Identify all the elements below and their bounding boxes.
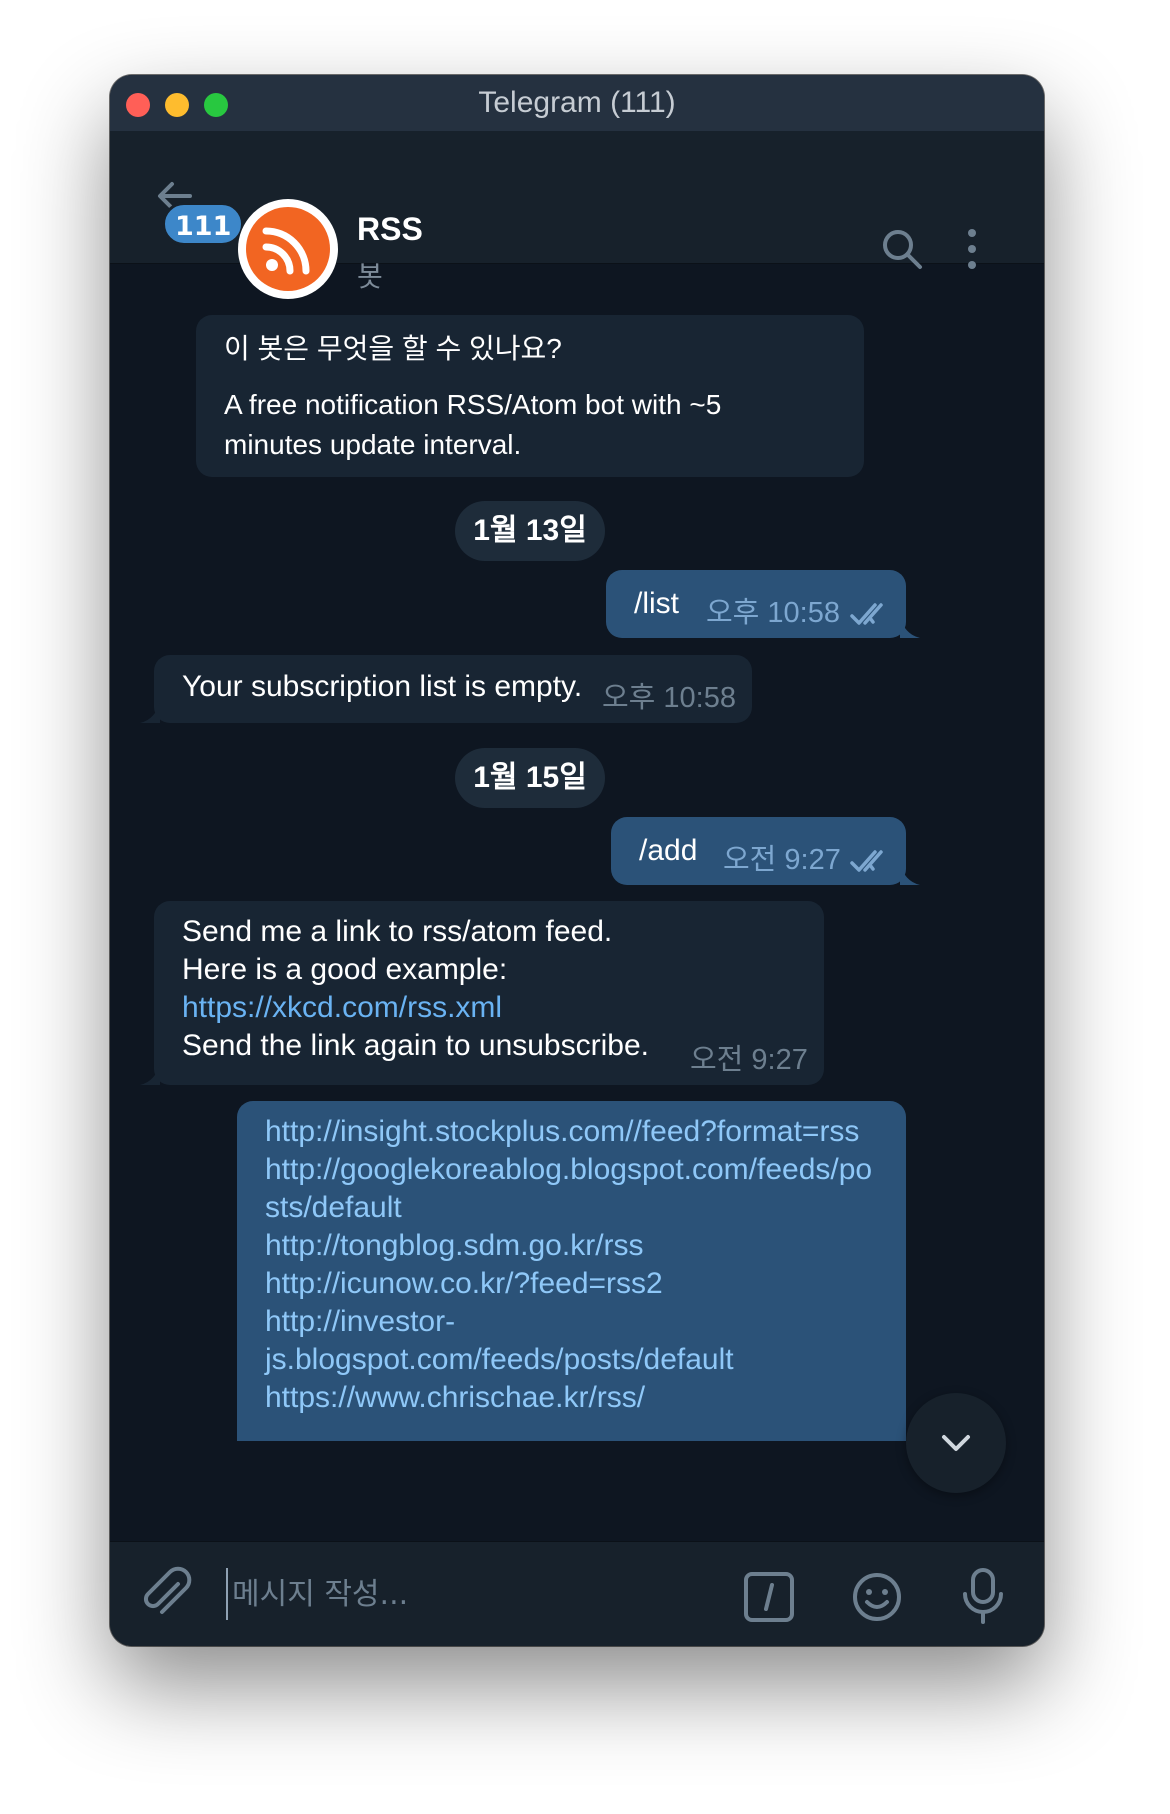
feed-link[interactable]: https://www.chrischae.kr/rss/	[265, 1379, 878, 1417]
feed-link[interactable]: sts/default	[265, 1189, 878, 1227]
feed-link[interactable]: http://googlekoreablog.blogspot.com/feed…	[265, 1151, 878, 1189]
incoming-message[interactable]: Send me a link to rss/atom feed. Here is…	[140, 901, 824, 1085]
message-text: /add	[639, 834, 698, 867]
unread-count-badge: 111	[162, 202, 245, 246]
message-time: 오전 9:27	[690, 1044, 808, 1076]
message-list[interactable]: 이 봇은 무엇을 할 수 있나요? A free notification RS…	[110, 263, 1044, 1611]
bot-description-card: 이 봇은 무엇을 할 수 있나요? A free notification RS…	[196, 315, 864, 477]
bot-description-question: 이 봇은 무엇을 할 수 있나요?	[224, 333, 562, 364]
bot-description-line2: minutes update interval.	[224, 429, 522, 460]
scroll-to-bottom-button[interactable]	[906, 1393, 1006, 1493]
message-time: 오전 9:27	[723, 844, 841, 876]
message-composer	[110, 1541, 1044, 1646]
outgoing-message[interactable]: /list 오후 10:58	[606, 570, 920, 638]
bot-description-line1: A free notification RSS/Atom bot with ~5	[224, 389, 722, 420]
date-separator: 1월 15일	[455, 748, 605, 808]
feed-link[interactable]: js.blogspot.com/feeds/posts/default	[265, 1341, 878, 1379]
smiley-icon[interactable]	[850, 1570, 904, 1624]
incoming-message[interactable]: Your subscription list is empty. 오후 10:5…	[140, 655, 752, 723]
chat-name[interactable]: RSS	[357, 211, 423, 248]
feed-link[interactable]: http://insight.stockplus.com//feed?forma…	[265, 1113, 878, 1151]
message-time: 오후 10:58	[602, 682, 736, 714]
double-check-icon	[850, 603, 883, 625]
close-window-button[interactable]	[126, 93, 150, 117]
double-check-icon	[850, 850, 883, 872]
telegram-window: Telegram (111) 111 RSS 봇 이 봇은 무엇을 할 수 있나…	[110, 75, 1044, 1646]
microphone-icon[interactable]	[958, 1566, 1008, 1626]
feed-link[interactable]: http://tongblog.sdm.go.kr/rss	[265, 1227, 878, 1265]
message-text: /list	[634, 587, 679, 620]
message-line: Here is a good example:	[182, 953, 508, 986]
feed-link[interactable]: http://icunow.co.kr/?feed=rss2	[265, 1265, 878, 1303]
window-controls	[126, 93, 228, 117]
chat-header: 111 RSS 봇	[110, 131, 1044, 299]
feed-link[interactable]: http://investor-	[265, 1303, 878, 1341]
date-separator: 1월 13일	[455, 501, 605, 561]
slash-command-icon[interactable]	[742, 1570, 796, 1624]
window-title: Telegram (111)	[478, 86, 676, 119]
paperclip-icon[interactable]	[138, 1566, 194, 1622]
outgoing-feed-list-message[interactable]: http://insight.stockplus.com//feed?forma…	[237, 1101, 906, 1441]
chevron-down-icon	[942, 1435, 970, 1451]
message-text: Your subscription list is empty.	[182, 670, 583, 703]
title-bar: Telegram (111)	[110, 75, 1044, 131]
message-line: Send me a link to rss/atom feed.	[182, 915, 613, 948]
example-feed-link[interactable]: https://xkcd.com/rss.xml	[182, 989, 796, 1027]
message-input[interactable]	[226, 1568, 634, 1620]
minimize-window-button[interactable]	[165, 93, 189, 117]
outgoing-message[interactable]: /add 오전 9:27	[611, 817, 920, 885]
zoom-window-button[interactable]	[204, 93, 228, 117]
message-time: 오후 10:58	[706, 597, 840, 629]
